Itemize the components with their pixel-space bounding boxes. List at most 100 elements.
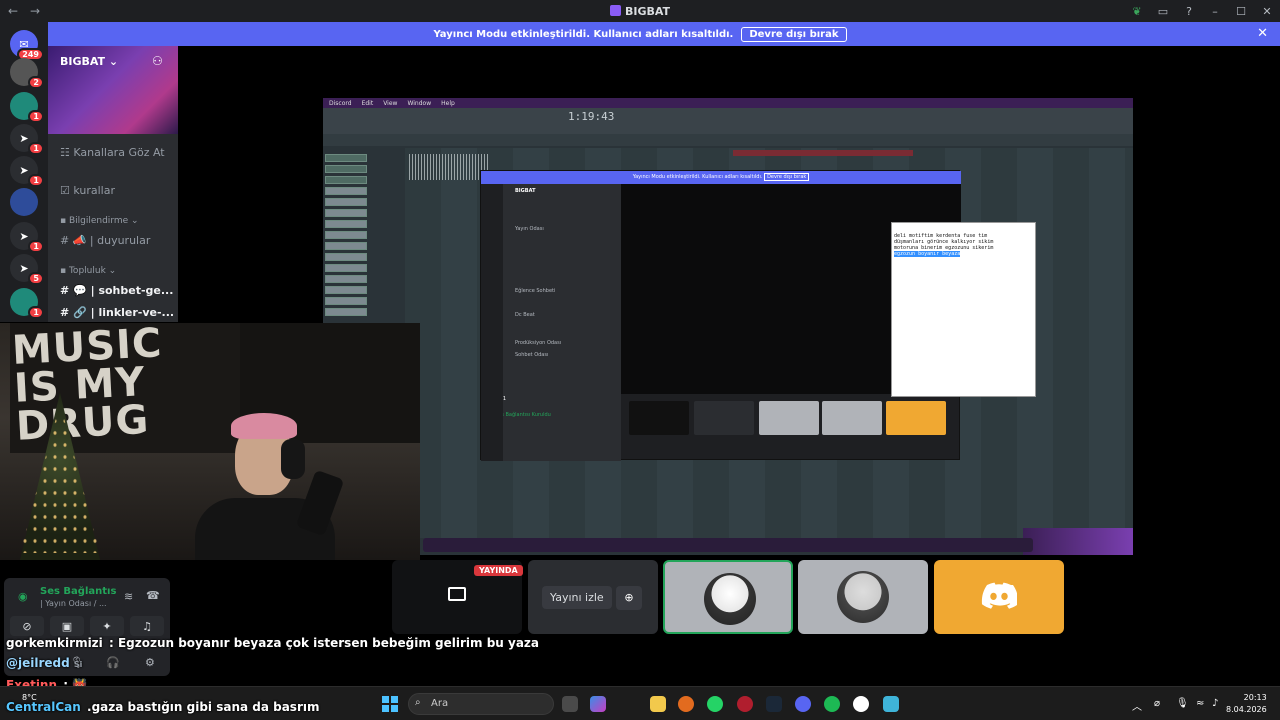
search-box[interactable]: ⌕ Ara xyxy=(408,693,554,715)
daw-toolbar xyxy=(323,108,1133,134)
stream-tile-self[interactable]: YAYINDA xyxy=(392,560,523,634)
chat-message: gorkemkirmizi : Egzozun boyanır beyaza ç… xyxy=(6,636,540,650)
server-rail: ✉ 249 2 1 ➤ 1 ➤ 1 ➤ 1 ➤ 5 1 xyxy=(0,22,48,322)
user-name[interactable]: @jeilredd Si xyxy=(6,656,82,670)
tray-overflow-icon[interactable]: ︿ xyxy=(1132,698,1142,713)
chat-message: CentralCan .gaza bastığın gibi sana da b… xyxy=(6,700,320,714)
voice-channel-path[interactable]: | Yayın Odası / ... xyxy=(40,599,120,608)
nested-streamer-banner: Yayıncı Modu etkinleştirildi. Kullanıcı … xyxy=(481,171,961,184)
dm-avatar[interactable]: 2 xyxy=(10,58,44,89)
participant-tile[interactable] xyxy=(934,560,1064,634)
start-button[interactable] xyxy=(382,696,398,712)
microphone xyxy=(295,469,345,537)
mic-tray-icon[interactable]: 🎙 xyxy=(1176,698,1189,709)
participant-tile[interactable] xyxy=(798,560,928,634)
search-icon: ⌕ xyxy=(415,697,421,708)
maximize-button[interactable]: ☐ xyxy=(1228,5,1254,18)
notepad-text: deli motiftim kerdenta fuse tim düşmanla… xyxy=(894,233,994,257)
notepad-window: deli motiftim kerdenta fuse tim düşmanla… xyxy=(891,222,1036,397)
task-view-icon[interactable] xyxy=(562,696,578,712)
dm-avatar[interactable]: ➤ 1 xyxy=(10,156,44,187)
rules-channel[interactable]: ☑ kurallar xyxy=(60,184,115,197)
channel-links[interactable]: # 🔗 | linkler-ve-... xyxy=(60,306,174,319)
nested-tile xyxy=(822,401,882,435)
help-icon[interactable]: ? xyxy=(1176,5,1202,18)
whatsapp-icon[interactable] xyxy=(707,696,723,712)
server-icon[interactable] xyxy=(10,188,38,216)
daw-marker-band xyxy=(733,150,913,156)
dm-avatar[interactable]: ➤ 5 xyxy=(10,254,44,285)
desktop-wallpaper xyxy=(1023,528,1133,555)
channel-chat[interactable]: # 💬 | sohbet-ge... xyxy=(60,284,173,297)
clock[interactable]: 20:13 8.04.2026 xyxy=(1226,692,1267,716)
channel-announcements[interactable]: # 📣 | duyurular xyxy=(60,234,150,247)
daw-track-list xyxy=(323,148,373,328)
obs-icon[interactable] xyxy=(853,696,869,712)
watch-stream-button[interactable]: Yayını izle xyxy=(542,586,612,609)
browse-channels-item[interactable]: ☷ Kanallara Göz At xyxy=(60,146,165,159)
voice-status[interactable]: Ses Bağlantısı K xyxy=(40,586,116,597)
discord-icon[interactable] xyxy=(795,696,811,712)
popout-icon[interactable]: ⊕ xyxy=(616,586,642,610)
mac-menu-bar: Discord Edit View Window Help xyxy=(323,98,1133,108)
window-title: BIGBAT xyxy=(0,4,1280,18)
dm-avatar[interactable]: 1 xyxy=(10,288,44,319)
headphones-icon[interactable]: 🎧 xyxy=(106,656,120,669)
mac-dock xyxy=(423,538,1033,552)
nested-tile xyxy=(759,401,819,435)
daw-playlist-header xyxy=(323,134,1133,146)
close-window-button[interactable]: ✕ xyxy=(1254,5,1280,18)
daw-time-display: 1:19:43 xyxy=(568,110,615,123)
invite-icon[interactable]: ⚇ xyxy=(152,54,163,68)
window-title-text: BIGBAT xyxy=(624,4,671,18)
network-icon[interactable]: ⌀ xyxy=(1154,698,1160,709)
spotify-icon[interactable] xyxy=(824,696,840,712)
wifi-icon[interactable]: ≈ xyxy=(1196,698,1204,709)
nested-discord-window: Yayıncı Modu etkinleştirildi. Kullanıcı … xyxy=(480,170,1036,461)
nested-tile xyxy=(629,401,689,435)
dm-avatar[interactable]: 1 xyxy=(10,92,44,123)
avatar xyxy=(837,571,889,623)
minimize-button[interactable]: – xyxy=(1202,5,1228,18)
noise-suppression-icon[interactable]: ≋ xyxy=(124,590,133,603)
streamer xyxy=(185,413,345,560)
category-community[interactable]: ▪ Topluluk ⌄ xyxy=(60,266,116,276)
camera-off-icon[interactable]: ⊘ xyxy=(10,616,44,636)
banner-text: Yayıncı Modu etkinleştirildi. Kullanıcı … xyxy=(433,28,734,40)
soundboard-icon[interactable]: ♫ xyxy=(130,616,164,636)
nested-stream-view: deli motiftim kerdenta fuse tim düşmanla… xyxy=(621,184,1036,397)
nested-tile xyxy=(886,401,946,435)
avatar xyxy=(704,573,756,625)
copilot-icon[interactable] xyxy=(590,696,606,712)
dm-avatar[interactable]: ➤ 1 xyxy=(10,222,44,253)
brave-icon[interactable] xyxy=(678,696,694,712)
settings-icon[interactable]: ⚙ xyxy=(145,656,155,669)
channel-sidebar: BIGBAT ⌄ ⚇ ☷ Kanallara Göz At ☑ kurallar… xyxy=(48,46,178,322)
participant-tile[interactable] xyxy=(663,560,793,634)
window-titlebar: ← → BIGBAT ❦ ▭ ? – ☐ ✕ xyxy=(0,0,1280,22)
category-info[interactable]: ▪ Bilgilendirme ⌄ xyxy=(60,216,139,226)
disconnect-icon[interactable]: ☎ xyxy=(146,589,160,602)
server-logo-icon xyxy=(609,4,621,16)
signal-icon: ◉ xyxy=(18,590,28,603)
dm-avatar[interactable]: ➤ 1 xyxy=(10,124,44,155)
screen-share-icon xyxy=(448,587,466,601)
volume-icon[interactable]: ♪ xyxy=(1212,698,1218,709)
webcam-feed: MUSIC IS MY DRUG xyxy=(0,323,420,560)
stream-tile-watch[interactable]: Yayını izle ⊕ xyxy=(528,560,658,634)
opera-icon[interactable] xyxy=(737,696,753,712)
shared-screen-stream[interactable]: Discord Edit View Window Help 1:19:43 Ya… xyxy=(323,98,1133,555)
discord-logo-icon xyxy=(981,582,1017,609)
leaf-icon[interactable]: ❦ xyxy=(1124,5,1150,18)
disable-streamer-mode-button[interactable]: Devre dışı bırak xyxy=(741,26,847,42)
home-button[interactable]: ✉ 249 xyxy=(10,30,44,61)
inbox-icon[interactable]: ▭ xyxy=(1150,5,1176,18)
notepad-icon[interactable] xyxy=(883,696,899,712)
live-badge: YAYINDA xyxy=(474,565,523,576)
screen-icon[interactable]: ▣ xyxy=(50,616,84,636)
steam-icon[interactable] xyxy=(766,696,782,712)
activity-icon[interactable]: ✦ xyxy=(90,616,124,636)
server-name[interactable]: BIGBAT ⌄ xyxy=(60,55,118,68)
file-explorer-icon[interactable] xyxy=(650,696,666,712)
close-icon[interactable]: ✕ xyxy=(1257,26,1268,41)
